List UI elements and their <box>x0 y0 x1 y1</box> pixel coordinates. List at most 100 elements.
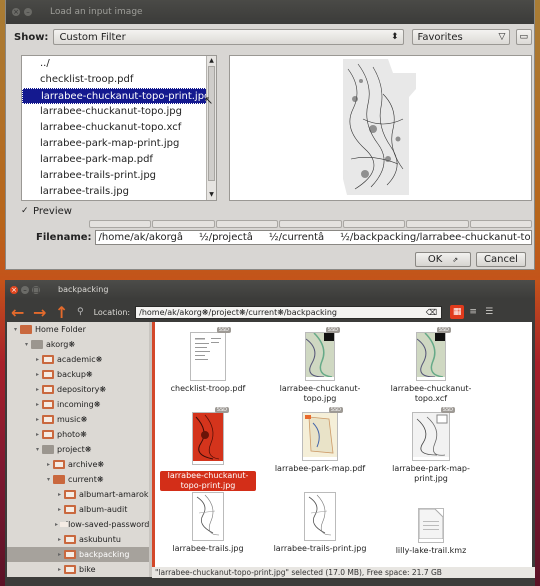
path-segment[interactable] <box>342 220 406 228</box>
file-list-item[interactable]: larrabee-chuckanut-topo.jpg <box>22 104 216 120</box>
file-list-item[interactable]: ../ <box>22 56 216 72</box>
collapsed-arrow-icon[interactable]: ▸ <box>33 356 42 363</box>
tree-item-label: askubuntu <box>79 535 121 544</box>
cancel-button[interactable]: Cancel <box>476 252 526 267</box>
filter-combo[interactable]: Custom Filter ⬍ <box>53 29 404 45</box>
collapsed-arrow-icon[interactable]: ▸ <box>55 491 64 498</box>
collapsed-arrow-icon[interactable]: ▸ <box>33 416 42 423</box>
file-name: larrabee-chuckanut-topo.jpg <box>279 384 361 403</box>
file-name: larrabee-chuckanut-topo.xcf <box>390 384 472 403</box>
tree-item[interactable]: ▸ allow-saved-passwords <box>7 517 149 532</box>
file-tile[interactable]: SSD larrabee-chuckanut-topo.xcf <box>383 327 479 404</box>
collapsed-arrow-icon[interactable]: ▸ <box>55 566 64 573</box>
clear-icon[interactable]: ⌫ <box>426 307 437 318</box>
folder-icon <box>31 340 43 349</box>
path-segment[interactable] <box>279 220 342 228</box>
file-list-item[interactable]: lilly-lake-trail.kmz <box>22 200 216 201</box>
checkmark-icon[interactable]: ✓ <box>21 207 30 216</box>
tree-item[interactable]: ▸ albumart-amarok <box>7 487 149 502</box>
file-list-scrollbar[interactable]: ▲ ▼ <box>206 56 216 200</box>
path-segment[interactable] <box>469 220 532 228</box>
scroll-up-icon[interactable]: ▲ <box>208 57 215 65</box>
file-list-item[interactable]: larrabee-trails.jpg <box>22 184 216 200</box>
file-tile[interactable]: larrabee-trails-print.jpg <box>272 490 368 554</box>
path-segment[interactable] <box>406 220 469 228</box>
file-tile[interactable]: lilly-lake-trail.kmz <box>383 490 479 556</box>
ssd-badge: SSD <box>440 407 455 413</box>
ssd-badge: SSD <box>325 327 340 333</box>
expanded-arrow-icon[interactable]: ▾ <box>22 341 31 348</box>
tree-item[interactable]: ▸ askubuntu <box>7 532 149 547</box>
scroll-down-icon[interactable]: ▼ <box>208 191 215 199</box>
minimize-icon[interactable]: – <box>24 8 32 16</box>
file-thumbnail: SSD <box>416 327 451 381</box>
file-tile[interactable]: SSD larrabee-park-map.pdf <box>272 407 368 474</box>
file-list[interactable]: ../checklist-troop.pdf larrabee-chuckanut… <box>21 55 217 201</box>
tree-item[interactable]: ▸ archive❋ <box>7 457 149 472</box>
collapsed-arrow-icon[interactable]: ▸ <box>33 371 42 378</box>
preview-toggle[interactable]: ✓ Preview <box>21 206 72 217</box>
collapsed-arrow-icon[interactable]: ▸ <box>44 461 53 468</box>
file-thumbnail: SSD <box>412 407 455 461</box>
tree-item[interactable]: ▾ project❋ <box>7 442 149 457</box>
collapsed-arrow-icon[interactable]: ▸ <box>55 521 58 528</box>
icon-view-icon[interactable]: ▦ <box>450 305 465 319</box>
tree-item[interactable]: ▸ backup❋ <box>7 367 149 382</box>
folder-icon <box>64 535 76 544</box>
folder-tree[interactable]: ▾ Home Folder ▾ akorg❋ ▸ academic❋ ▸ backup❋ ▸ de… <box>7 322 152 577</box>
collapsed-arrow-icon[interactable]: ▸ <box>33 401 42 408</box>
collapsed-arrow-icon[interactable]: ▸ <box>33 386 42 393</box>
file-list-item[interactable]: larrabee-chuckanut-topo.xcf <box>22 120 216 136</box>
up-arrow-icon[interactable]: ↑ <box>55 303 71 322</box>
collapsed-arrow-icon[interactable]: ▸ <box>55 506 64 513</box>
expanded-arrow-icon[interactable]: ▾ <box>44 476 53 483</box>
tree-item[interactable]: ▸ academic❋ <box>7 352 149 367</box>
path-segment[interactable] <box>89 220 152 228</box>
new-folder-button[interactable]: ▭ <box>516 29 532 45</box>
file-thumbnail: SSD <box>192 407 229 465</box>
tree-item[interactable]: ▾ Home Folder <box>7 322 149 337</box>
ok-button[interactable]: OK ⇗ <box>415 252 471 267</box>
expanded-arrow-icon[interactable]: ▾ <box>11 326 20 333</box>
collapsed-arrow-icon[interactable]: ▸ <box>55 551 64 558</box>
file-list-item[interactable]: larrabee-trails-print.jpg <box>22 168 216 184</box>
tree-item[interactable]: ▾ akorg❋ <box>7 337 149 352</box>
tree-item[interactable]: ▾ current❋ <box>7 472 149 487</box>
expanded-arrow-icon[interactable]: ▾ <box>33 446 42 453</box>
search-icon[interactable]: ⚲ <box>77 307 84 317</box>
tree-item[interactable]: ▸ bike <box>7 562 149 577</box>
tree-item[interactable]: ▸ music❋ <box>7 412 149 427</box>
maximize-icon[interactable]: □ <box>32 285 40 294</box>
tree-item[interactable]: ▸ album-audit <box>7 502 149 517</box>
tree-item[interactable]: ▸ incoming❋ <box>7 397 149 412</box>
compact-view-icon[interactable]: ☰ <box>482 305 496 319</box>
tree-item[interactable]: ▸ photo❋ <box>7 427 149 442</box>
path-segment[interactable] <box>215 220 279 228</box>
list-view-icon[interactable]: ≡ <box>466 305 480 319</box>
forward-arrow-icon[interactable]: → <box>33 303 49 322</box>
back-arrow-icon[interactable]: ← <box>11 303 27 322</box>
bookmarks-combo[interactable]: Favorites ▽ <box>411 29 511 45</box>
filename-input[interactable]: /home/ak/akorgâ½/projectâ½/currentâ… <box>94 229 532 245</box>
tree-item[interactable]: ▸ backpacking <box>7 547 149 562</box>
file-icon-view[interactable]: SSD checklist-troop.pdf SSD larrabee-chucka… <box>152 322 532 567</box>
file-tile[interactable]: SSD larrabee-park-map-print.jpg <box>383 407 479 484</box>
file-tile[interactable]: SSD larrabee-chuckanut-topo.jpg <box>272 327 368 404</box>
file-list-item[interactable]: larrabee-chuckanut-topo-print.jpg <box>22 88 216 104</box>
scroll-thumb[interactable] <box>208 66 215 181</box>
collapsed-arrow-icon[interactable]: ▸ <box>33 431 42 438</box>
file-tile[interactable]: larrabee-trails.jpg <box>160 490 256 554</box>
location-input[interactable]: /home/ak/akorg❋/project❋/current❋/backpa… <box>135 305 443 319</box>
minimize-icon[interactable]: – <box>21 285 29 294</box>
path-segment[interactable] <box>152 220 215 228</box>
file-list-item[interactable]: larrabee-park-map.pdf <box>22 152 216 168</box>
close-icon[interactable]: × <box>12 8 20 16</box>
collapsed-arrow-icon[interactable]: ▸ <box>55 536 64 543</box>
tree-item[interactable]: ▸ depository❋ <box>7 382 149 397</box>
file-tile[interactable]: SSD checklist-troop.pdf <box>160 327 256 394</box>
file-list-item[interactable]: checklist-troop.pdf <box>22 72 216 88</box>
close-icon[interactable]: × <box>10 285 18 294</box>
file-list-item[interactable]: larrabee-park-map-print.jpg <box>22 136 216 152</box>
folder-icon <box>64 505 76 514</box>
file-tile[interactable]: SSD larrabee-chuckanut-topo-print.jpg <box>160 407 256 491</box>
